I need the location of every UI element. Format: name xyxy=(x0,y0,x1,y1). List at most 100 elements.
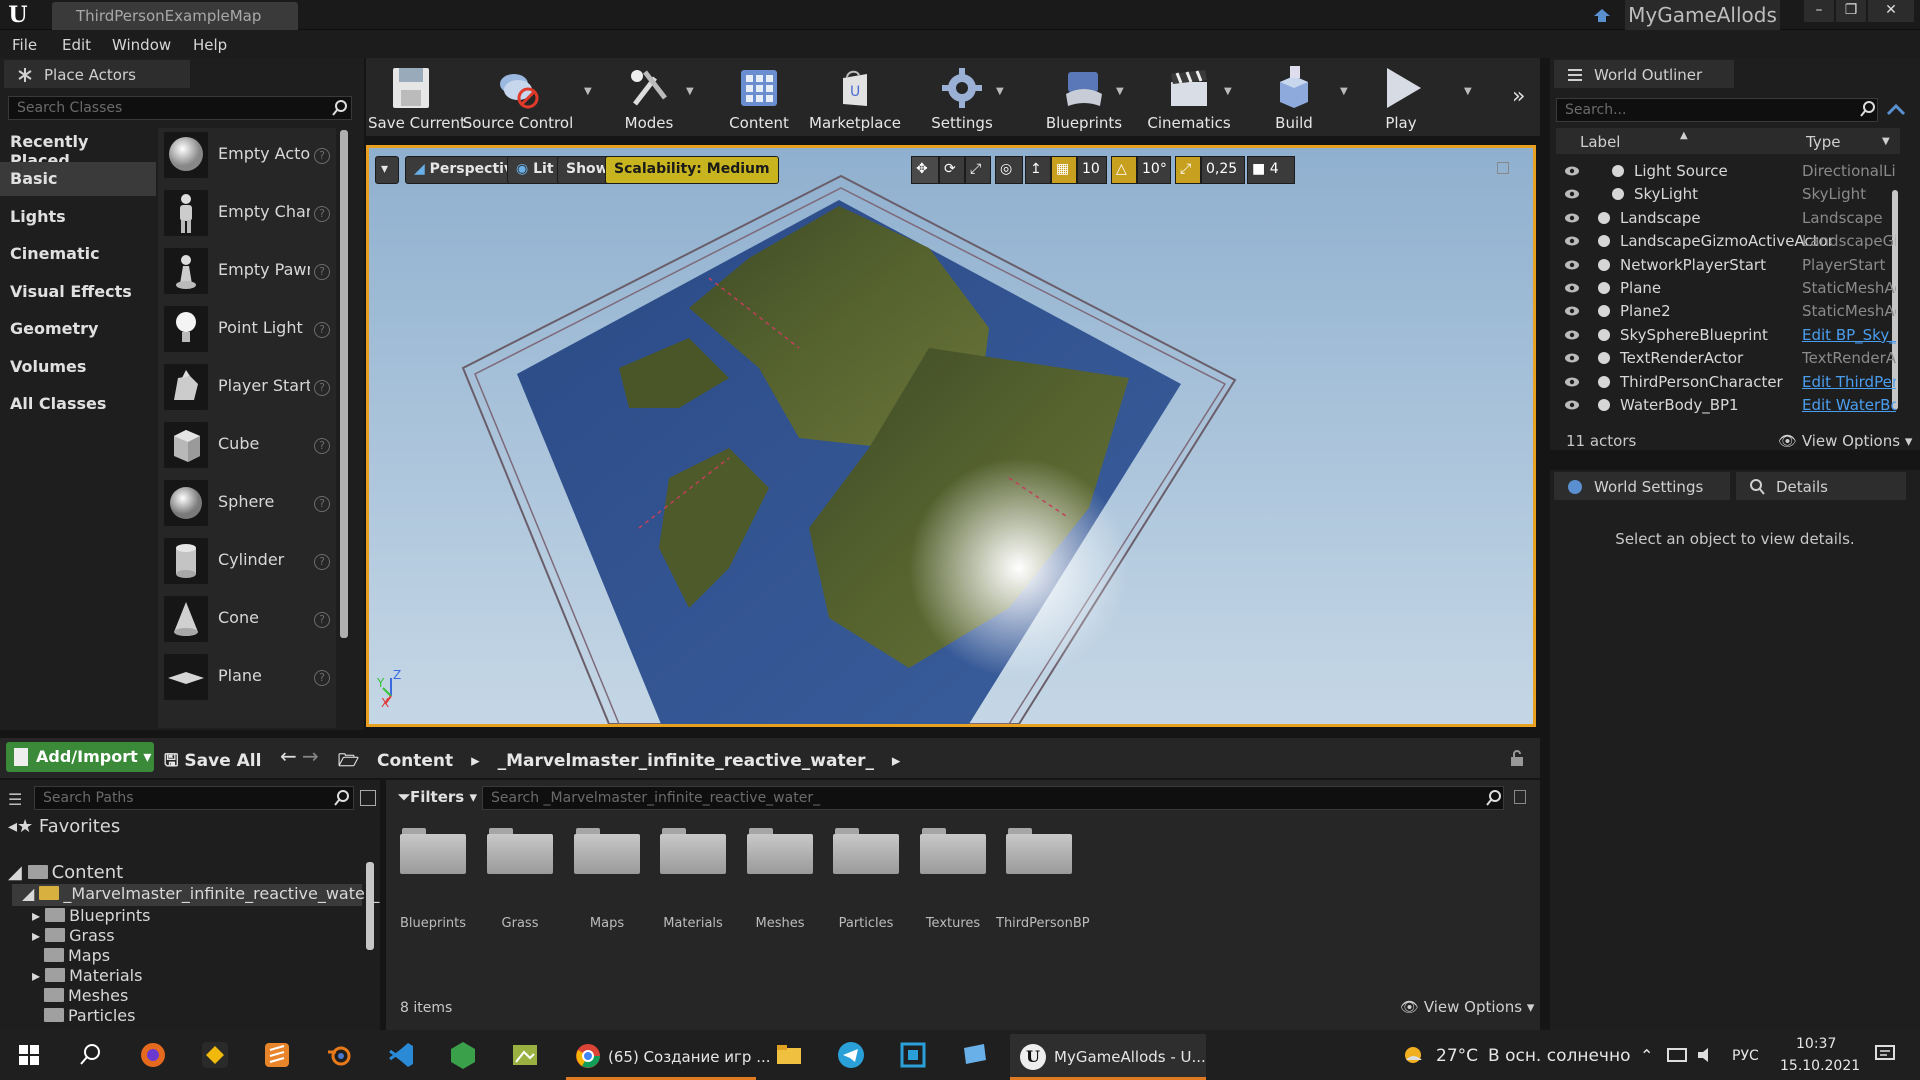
grid-snap-value[interactable]: 10 xyxy=(1077,156,1107,184)
save-current-button[interactable]: Save Current xyxy=(368,58,466,136)
outliner-row[interactable]: WaterBody_BP1 Edit WaterBody_BP xyxy=(1556,394,1900,417)
actor-item-cone[interactable]: Cone ? xyxy=(158,592,336,650)
back-arrow-icon[interactable]: ← xyxy=(280,744,297,768)
tree-blueprints[interactable]: ▸ Blueprints xyxy=(32,906,150,925)
help-icon[interactable]: ? xyxy=(314,612,330,628)
category-volumes[interactable]: Volumes xyxy=(0,350,156,384)
visibility-eye-icon[interactable] xyxy=(1564,352,1580,364)
marketplace-button[interactable]: U Marketplace xyxy=(806,58,904,136)
edit-blueprint-link[interactable]: Edit BP_Sky_Sphere xyxy=(1802,326,1896,344)
rotation-snap-icon[interactable]: △ xyxy=(1111,156,1137,184)
actor-item-cylinder[interactable]: Cylinder ? xyxy=(158,534,336,592)
outliner-row[interactable]: NetworkPlayerStart PlayerStart xyxy=(1556,254,1900,277)
taskbar-search-icon[interactable] xyxy=(76,1040,106,1070)
category-geometry[interactable]: Geometry xyxy=(0,312,156,346)
network-icon[interactable] xyxy=(1666,1046,1688,1064)
visibility-eye-icon[interactable] xyxy=(1564,376,1580,388)
help-icon[interactable]: ? xyxy=(314,322,330,338)
taskbar-chrome-task[interactable]: (65) Создание игр ... xyxy=(566,1034,771,1080)
folder-tile-grass[interactable] xyxy=(485,828,555,886)
folder-tile-textures[interactable] xyxy=(918,828,988,886)
viewport-options-button[interactable]: ▾ xyxy=(375,156,399,184)
content-button[interactable]: Content xyxy=(716,58,802,136)
actor-item-point-light[interactable]: Point Light ? xyxy=(158,302,336,360)
settings-button[interactable]: Settings xyxy=(914,58,1010,136)
chevron-down-icon[interactable]: ▼ xyxy=(996,86,1004,97)
chevron-down-icon[interactable]: ▼ xyxy=(1464,86,1472,97)
cinematics-button[interactable]: Cinematics xyxy=(1136,58,1242,136)
visibility-eye-icon[interactable] xyxy=(1564,329,1580,341)
folder-tile-blueprints[interactable] xyxy=(398,828,468,886)
favorites-section[interactable]: ◂★ Favorites xyxy=(8,816,120,837)
camera-speed-button[interactable]: ■ 4 xyxy=(1247,156,1295,184)
binance-icon[interactable] xyxy=(200,1040,230,1070)
outliner-row[interactable]: SkySphereBlueprint Edit BP_Sky_Sphere xyxy=(1556,324,1900,347)
actor-item-empty-character[interactable]: Empty Character ? xyxy=(158,186,336,244)
outliner-row[interactable]: SkyLight SkyLight xyxy=(1556,183,1900,206)
visibility-eye-icon[interactable] xyxy=(1564,399,1580,411)
image-editor-icon[interactable] xyxy=(510,1040,540,1070)
menu-help[interactable]: Help xyxy=(193,36,227,54)
rotate-tool-icon[interactable]: ⟳ xyxy=(939,156,965,184)
menu-edit[interactable]: Edit xyxy=(62,36,91,54)
source-control-status-icon[interactable] xyxy=(1592,6,1612,24)
category-cinematic[interactable]: Cinematic xyxy=(0,237,156,271)
breadcrumb-content[interactable]: Content xyxy=(377,751,453,771)
help-icon[interactable]: ? xyxy=(314,264,330,280)
tree-content[interactable]: ◢ Content xyxy=(8,862,123,883)
sublime-text-icon[interactable] xyxy=(262,1040,292,1070)
tree-grass[interactable]: ▸ Grass xyxy=(32,926,115,945)
outliner-row[interactable]: Plane2 StaticMeshActor xyxy=(1556,300,1900,323)
folder-tile-maps[interactable] xyxy=(572,828,642,886)
outliner-search-input[interactable]: Search... xyxy=(1556,98,1878,122)
scale-snap-icon[interactable]: ⤢ xyxy=(1175,156,1201,184)
folder-tile-meshes[interactable] xyxy=(745,828,815,886)
actor-item-player-start[interactable]: Player Start ? xyxy=(158,360,336,418)
windows-start-icon[interactable] xyxy=(14,1040,44,1070)
notification-icon[interactable] xyxy=(1874,1044,1896,1064)
collections-toggle-icon[interactable] xyxy=(360,790,376,806)
help-icon[interactable]: ? xyxy=(314,670,330,686)
column-label[interactable]: Label xyxy=(1580,133,1620,151)
menu-window[interactable]: Window xyxy=(112,36,171,54)
tree-scrollbar[interactable] xyxy=(366,862,374,950)
language-indicator[interactable]: РУС xyxy=(1732,1048,1759,1064)
actor-item-sphere[interactable]: Sphere ? xyxy=(158,476,336,534)
weather-sun-icon[interactable] xyxy=(1400,1042,1426,1068)
menu-file[interactable]: File xyxy=(12,36,37,54)
actor-item-empty-pawn[interactable]: Empty Pawn ? xyxy=(158,244,336,302)
category-visual-effects[interactable]: Visual Effects xyxy=(0,275,156,309)
close-button[interactable]: ✕ xyxy=(1868,0,1914,22)
modes-button[interactable]: Modes xyxy=(600,58,698,136)
outliner-view-options-button[interactable]: 👁 View Options ▾ xyxy=(1778,432,1912,450)
save-all-button[interactable]: 🖫 Save All xyxy=(164,748,261,777)
folder-tile-materials[interactable] xyxy=(658,828,728,886)
lit-button[interactable]: ◉ Lit xyxy=(507,156,563,184)
help-icon[interactable]: ? xyxy=(314,148,330,164)
chevron-down-icon[interactable]: ▼ xyxy=(1340,86,1348,97)
search-paths-input[interactable]: Search Paths xyxy=(34,786,354,810)
outliner-add-icon[interactable] xyxy=(1884,100,1906,120)
category-lights[interactable]: Lights xyxy=(0,200,156,234)
blender-icon[interactable] xyxy=(324,1040,354,1070)
play-button[interactable]: Play xyxy=(1360,58,1442,136)
content-view-options-button[interactable]: 👁 View Options ▾ xyxy=(1400,998,1534,1016)
save-search-icon[interactable] xyxy=(1514,790,1526,804)
level-tab[interactable]: ThirdPersonExampleMap xyxy=(52,2,298,30)
place-actors-tab[interactable]: Place Actors xyxy=(4,60,190,88)
surface-snap-icon[interactable]: ↥ xyxy=(1025,156,1051,184)
visibility-eye-icon[interactable] xyxy=(1564,188,1580,200)
sources-toggle-icon[interactable]: ☰ xyxy=(8,790,22,809)
outliner-row[interactable]: LandscapeGizmoActiveActorLandscapeGizmoA… xyxy=(1556,230,1900,253)
breadcrumb-separator-icon[interactable]: ▸ xyxy=(471,751,480,771)
scale-snap-value[interactable]: 0,25 xyxy=(1201,156,1245,184)
grid-snap-icon[interactable]: ▦ xyxy=(1051,156,1077,184)
edit-blueprint-link[interactable]: Edit WaterBody_BP xyxy=(1802,396,1896,414)
outliner-row[interactable]: TextRenderActor TextRenderActor xyxy=(1556,347,1900,370)
source-control-button[interactable]: Source Control xyxy=(462,58,574,136)
tray-chevron-up-icon[interactable]: ⌃ xyxy=(1640,1046,1653,1065)
tree-maps[interactable]: Maps xyxy=(44,946,110,965)
column-type[interactable]: Type xyxy=(1806,133,1840,151)
blueprints-button[interactable]: Blueprints xyxy=(1030,58,1138,136)
breadcrumb-separator-icon[interactable]: ▸ xyxy=(892,751,901,771)
